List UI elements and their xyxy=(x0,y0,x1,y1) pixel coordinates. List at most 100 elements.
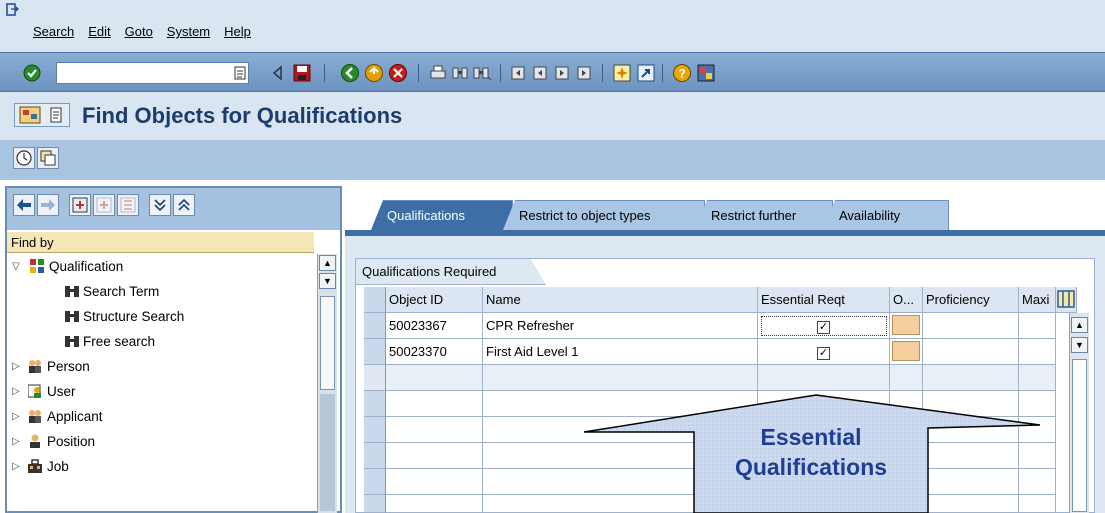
scroll-thumb[interactable] xyxy=(320,296,335,390)
back-green-icon[interactable] xyxy=(340,63,360,83)
column-header-object-id[interactable]: Object ID xyxy=(386,287,483,313)
system-menu-icon[interactable] xyxy=(6,3,20,17)
page-title: Find Objects for Qualifications xyxy=(82,103,403,128)
tree-node-position[interactable]: ▷ Position xyxy=(7,429,314,454)
essential-checkbox[interactable]: ✓ xyxy=(817,321,830,334)
tree-node-free-search[interactable]: Free search xyxy=(7,329,314,354)
tab-qualifications[interactable]: Qualifications xyxy=(371,200,513,230)
cell-proficiency[interactable] xyxy=(923,339,1019,365)
collapsed-triangle-icon[interactable]: ▷ xyxy=(12,454,20,479)
exit-icon[interactable] xyxy=(364,63,384,83)
empty-row[interactable] xyxy=(386,391,1056,417)
scroll-down-arrow-icon[interactable]: ▼ xyxy=(1071,337,1088,353)
column-header-o[interactable]: O... xyxy=(890,287,923,313)
tab-restrict-further[interactable]: Restrict further xyxy=(695,200,833,230)
cell-essential-reqt[interactable]: ✓ xyxy=(758,313,890,339)
cell-object-id[interactable]: 50023367 xyxy=(386,313,483,339)
row-selector[interactable] xyxy=(364,339,386,365)
next-page-icon[interactable] xyxy=(552,63,572,83)
back-icon[interactable] xyxy=(268,63,288,83)
tree-node-person[interactable]: ▷ Person xyxy=(7,354,314,379)
essential-checkbox[interactable]: ✓ xyxy=(817,347,830,360)
column-header-essential-reqt[interactable]: Essential Reqt xyxy=(758,287,890,313)
cell-maxi[interactable] xyxy=(1019,313,1056,339)
row-selector[interactable] xyxy=(364,469,386,495)
shortcut-icon[interactable] xyxy=(636,63,656,83)
save-icon[interactable] xyxy=(292,63,312,83)
print-icon[interactable] xyxy=(428,63,448,83)
cell-name[interactable]: First Aid Level 1 xyxy=(483,339,758,365)
menu-help[interactable]: Help xyxy=(224,24,251,39)
table-settings-button[interactable] xyxy=(1056,287,1077,313)
scroll-up-button[interactable] xyxy=(173,194,195,216)
empty-row[interactable] xyxy=(386,495,1056,513)
layout-icon[interactable] xyxy=(696,63,716,83)
find-icon[interactable] xyxy=(450,63,470,83)
empty-row[interactable] xyxy=(386,365,1056,391)
forward-button[interactable] xyxy=(37,194,59,216)
help-icon[interactable]: ? xyxy=(672,63,692,83)
collapse-button[interactable] xyxy=(93,194,115,216)
scroll-down-button[interactable] xyxy=(149,194,171,216)
cell-proficiency[interactable] xyxy=(923,313,1019,339)
row-selector[interactable] xyxy=(364,443,386,469)
tree-node-structure-search[interactable]: Structure Search xyxy=(7,304,314,329)
o-field[interactable] xyxy=(892,341,920,361)
prev-page-icon[interactable] xyxy=(530,63,550,83)
scroll-up-arrow-icon[interactable]: ▲ xyxy=(1071,317,1088,333)
collapsed-triangle-icon[interactable]: ▷ xyxy=(12,404,20,429)
scroll-up-arrow-icon[interactable]: ▲ xyxy=(319,255,336,271)
cell-maxi[interactable] xyxy=(1019,339,1056,365)
document-icon[interactable] xyxy=(47,107,65,123)
cell-essential-reqt[interactable]: ✓ xyxy=(758,339,890,365)
table-scrollbar[interactable]: ▲ ▼ xyxy=(1069,313,1089,513)
tree-node-user[interactable]: ▷ User xyxy=(7,379,314,404)
row-selector[interactable] xyxy=(364,495,386,513)
cell-o[interactable] xyxy=(890,339,923,365)
back-button[interactable] xyxy=(13,194,35,216)
expanded-triangle-icon[interactable]: ▽ xyxy=(12,254,20,279)
row-selector[interactable] xyxy=(364,391,386,417)
execute-button[interactable] xyxy=(13,147,35,169)
menu-search[interactable]: Search xyxy=(33,24,74,39)
tree-node-job[interactable]: ▷ Job xyxy=(7,454,314,479)
column-header-maxi[interactable]: Maxi xyxy=(1019,287,1056,313)
menu-edit[interactable]: Edit xyxy=(88,24,110,39)
tab-availability[interactable]: Availability xyxy=(823,200,949,230)
row-selector[interactable] xyxy=(364,313,386,339)
tab-restrict-object-types[interactable]: Restrict to object types xyxy=(503,200,705,230)
scroll-track[interactable] xyxy=(320,394,335,511)
first-page-icon[interactable] xyxy=(508,63,528,83)
expand-button[interactable] xyxy=(69,194,91,216)
hierarchy-button[interactable] xyxy=(117,194,139,216)
enter-icon[interactable] xyxy=(22,63,42,83)
cell-o[interactable] xyxy=(890,313,923,339)
collapsed-triangle-icon[interactable]: ▷ xyxy=(12,429,20,454)
object-manager-icon[interactable] xyxy=(19,106,41,124)
tree-scrollbar[interactable]: ▲ ▼ xyxy=(317,254,337,513)
new-session-icon[interactable] xyxy=(612,63,632,83)
collapsed-triangle-icon[interactable]: ▷ xyxy=(12,379,20,404)
cancel-icon[interactable] xyxy=(388,63,408,83)
scroll-down-arrow-icon[interactable]: ▼ xyxy=(319,273,336,289)
cell-object-id[interactable]: 50023370 xyxy=(386,339,483,365)
cell-name[interactable]: CPR Refresher xyxy=(483,313,758,339)
tree-node-qualification[interactable]: ▽ Qualification xyxy=(7,254,314,279)
find-next-icon[interactable] xyxy=(472,63,492,83)
menu-system[interactable]: System xyxy=(167,24,210,39)
tree-node-applicant[interactable]: ▷ Applicant xyxy=(7,404,314,429)
o-field[interactable] xyxy=(892,315,920,335)
scroll-thumb[interactable] xyxy=(1072,359,1087,512)
row-selector[interactable] xyxy=(364,365,386,391)
tree-node-search-term[interactable]: Search Term xyxy=(7,279,314,304)
collapsed-triangle-icon[interactable]: ▷ xyxy=(12,354,20,379)
column-header-name[interactable]: Name xyxy=(483,287,758,313)
copy-button[interactable] xyxy=(37,147,59,169)
last-page-icon[interactable] xyxy=(574,63,594,83)
command-field[interactable] xyxy=(56,62,249,84)
column-header-proficiency[interactable]: Proficiency xyxy=(923,287,1019,313)
select-all-header[interactable] xyxy=(364,287,386,313)
menu-goto[interactable]: Goto xyxy=(125,24,153,39)
row-selector[interactable] xyxy=(364,417,386,443)
history-icon[interactable] xyxy=(233,65,247,81)
